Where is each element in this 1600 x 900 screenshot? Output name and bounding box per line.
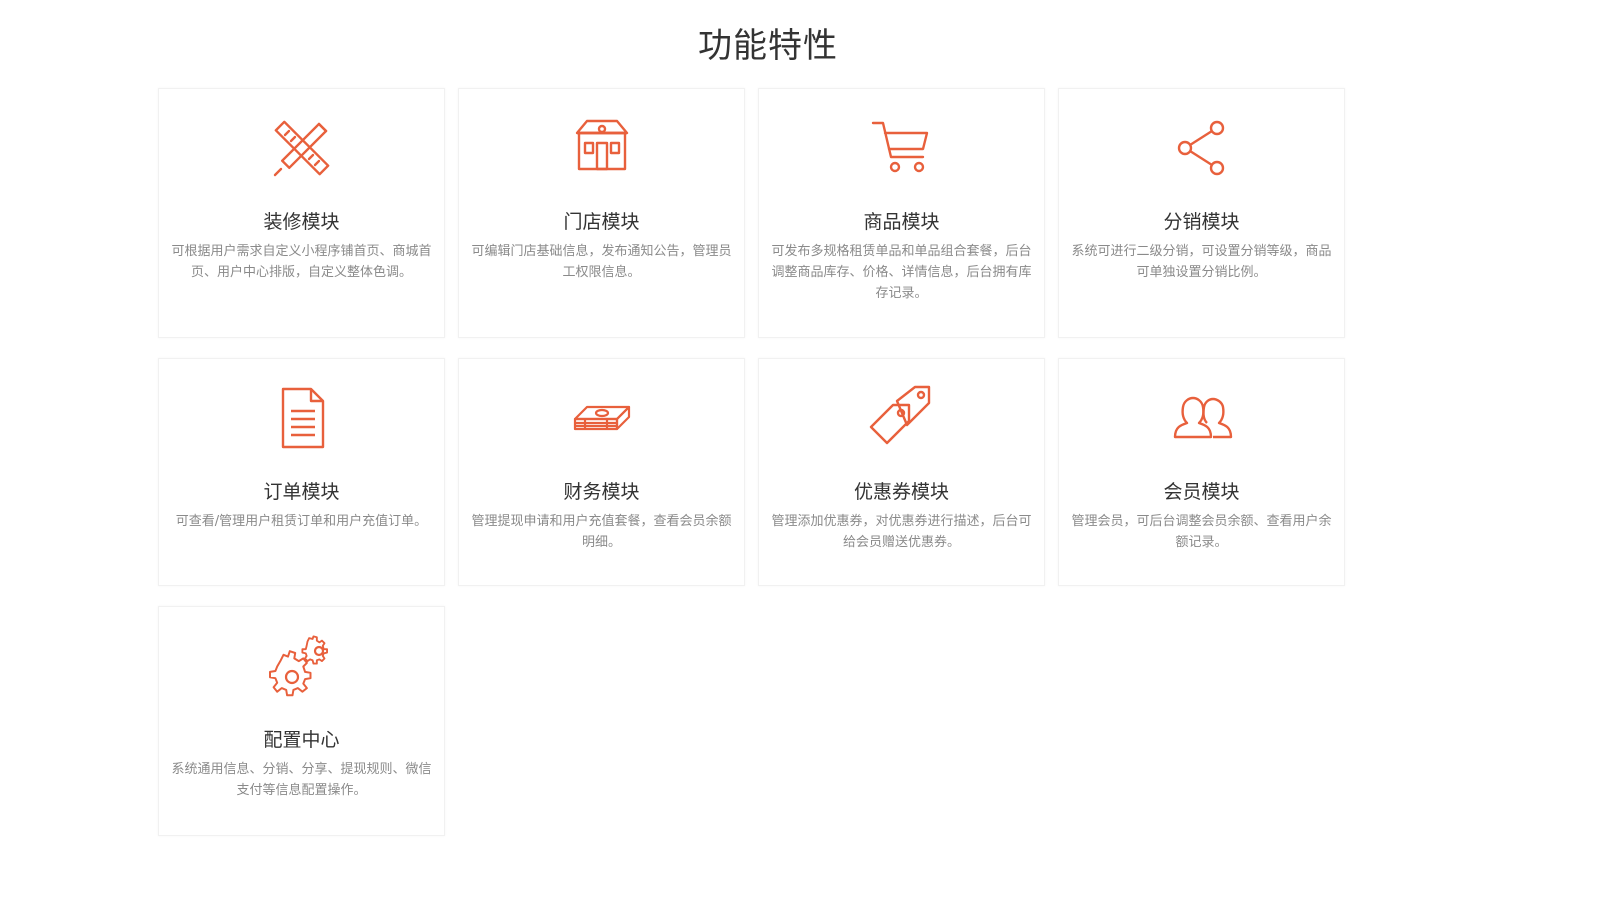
feature-card-store[interactable]: 门店模块 可编辑门店基础信息，发布通知公告，管理员工权限信息。: [458, 88, 745, 338]
store-icon: [567, 113, 637, 183]
money-stack-icon: [567, 383, 637, 453]
feature-title: 配置中心: [263, 729, 340, 751]
pencil-ruler-icon: [267, 113, 337, 183]
feature-title: 门店模块: [563, 211, 640, 233]
feature-title: 分销模块: [1163, 211, 1240, 233]
feature-title: 财务模块: [563, 481, 640, 503]
feature-card-distribution[interactable]: 分销模块 系统可进行二级分销，可设置分销等级，商品可单独设置分销比例。: [1058, 88, 1345, 338]
feature-desc: 可发布多规格租赁单品和单品组合套餐，后台调整商品库存、价格、详情信息，后台拥有库…: [771, 244, 1032, 301]
feature-card-coupon[interactable]: 优惠券模块 管理添加优惠券，对优惠券进行描述，后台可给会员赠送优惠券。: [758, 358, 1045, 586]
feature-desc: 可编辑门店基础信息，发布通知公告，管理员工权限信息。: [471, 244, 732, 280]
coupon-tags-icon: [867, 383, 937, 453]
feature-card-config[interactable]: 配置中心 系统通用信息、分销、分享、提现规则、微信支付等信息配置操作。: [158, 606, 445, 836]
feature-card-decoration[interactable]: 装修模块 可根据用户需求自定义小程序铺首页、商城首页、用户中心排版，自定义整体色…: [158, 88, 445, 338]
feature-desc: 系统可进行二级分销，可设置分销等级，商品可单独设置分销比例。: [1071, 244, 1332, 280]
feature-card-order[interactable]: 订单模块 可查看/管理用户租赁订单和用户充值订单。: [158, 358, 445, 586]
feature-card-finance[interactable]: 财务模块 管理提现申请和用户充值套餐，查看会员余额明细。: [458, 358, 745, 586]
feature-title: 会员模块: [1163, 481, 1240, 503]
feature-title: 装修模块: [263, 211, 340, 233]
feature-card-member[interactable]: 会员模块 管理会员，可后台调整会员余额、查看用户余额记录。: [1058, 358, 1345, 586]
feature-desc: 可查看/管理用户租赁订单和用户充值订单。: [175, 514, 428, 529]
feature-desc: 管理添加优惠券，对优惠券进行描述，后台可给会员赠送优惠券。: [771, 514, 1032, 550]
feature-desc: 管理会员，可后台调整会员余额、查看用户余额记录。: [1071, 514, 1332, 550]
share-icon: [1167, 113, 1237, 183]
feature-desc: 可根据用户需求自定义小程序铺首页、商城首页、用户中心排版，自定义整体色调。: [171, 244, 432, 280]
feature-card-product[interactable]: 商品模块 可发布多规格租赁单品和单品组合套餐，后台调整商品库存、价格、详情信息，…: [758, 88, 1045, 338]
shopping-cart-icon: [867, 113, 937, 183]
feature-title: 商品模块: [863, 211, 940, 233]
feature-title: 订单模块: [263, 481, 340, 503]
document-icon: [267, 383, 337, 453]
feature-desc: 系统通用信息、分销、分享、提现规则、微信支付等信息配置操作。: [171, 762, 432, 798]
feature-title: 优惠券模块: [853, 481, 949, 503]
gears-icon: [267, 631, 337, 701]
page-title: 功能特性: [698, 26, 838, 66]
members-icon: [1167, 383, 1237, 453]
feature-desc: 管理提现申请和用户充值套餐，查看会员余额明细。: [471, 514, 732, 550]
